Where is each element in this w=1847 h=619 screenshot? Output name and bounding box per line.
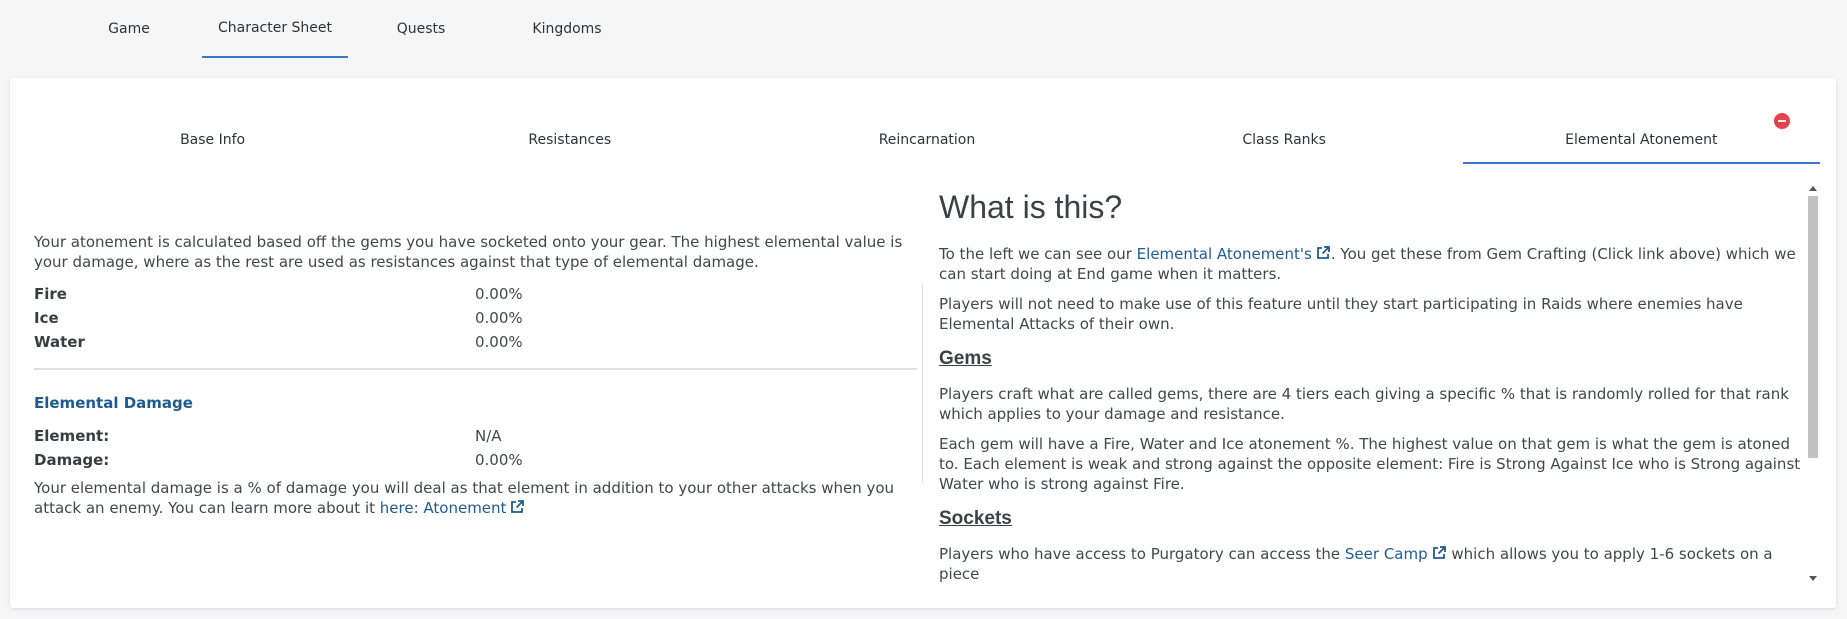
column-divider xyxy=(922,283,923,483)
damage-label: Damage: xyxy=(34,451,110,469)
help-panel[interactable]: What is this? To the left we can see our… xyxy=(939,184,1805,582)
atonement-label: Ice xyxy=(34,309,59,327)
atonement-help-link-label: here: Atonement xyxy=(379,499,507,517)
tab-elemental-atonement[interactable]: Elemental Atonement xyxy=(1462,116,1821,164)
atonement-help-link[interactable]: here: Atonement xyxy=(380,499,526,517)
damage-label: Element: xyxy=(34,427,110,445)
character-sheet-card: Base Info Resistances Reincarnation Clas… xyxy=(10,78,1836,608)
external-link-icon xyxy=(1316,246,1330,259)
scroll-down-icon[interactable] xyxy=(1809,576,1817,581)
atonement-value: 0.00% xyxy=(475,309,523,327)
help-paragraph: Players will not need to make use of thi… xyxy=(939,295,1743,333)
sockets-heading: Sockets xyxy=(939,508,1012,529)
help-paragraph: Players who have access to Purgatory can… xyxy=(939,544,1805,582)
tab-kingdoms[interactable]: Kingdoms xyxy=(494,0,640,58)
elemental-atonement-link-label: Elemental Atonement's xyxy=(1136,245,1312,263)
damage-row-damage: Damage: 0.00% xyxy=(34,448,917,472)
elemental-damage-title: Elemental Damage xyxy=(34,394,193,412)
help-text: To the left we can see our xyxy=(939,245,1132,263)
damage-row-element: Element: N/A xyxy=(34,424,917,448)
help-paragraph: Each gem will have a Fire, Water and Ice… xyxy=(939,435,1801,493)
main-tabs: Game Character Sheet Quests Kingdoms xyxy=(56,0,640,58)
tab-game[interactable]: Game xyxy=(56,0,202,58)
tab-resistances[interactable]: Resistances xyxy=(391,116,748,164)
atonement-row-fire: Fire 0.00% xyxy=(34,282,917,306)
help-text: Players who have access to Purgatory can… xyxy=(939,545,1341,563)
atonement-value: 0.00% xyxy=(475,285,523,303)
section-divider xyxy=(34,368,917,370)
atonement-value: 0.00% xyxy=(475,333,523,351)
tab-quests[interactable]: Quests xyxy=(348,0,494,58)
atonement-panel: Your atonement is calculated based off t… xyxy=(34,232,917,518)
elemental-atonement-link[interactable]: Elemental Atonement's xyxy=(1137,245,1331,263)
atonement-intro: Your atonement is calculated based off t… xyxy=(34,233,903,271)
tab-base-info[interactable]: Base Info xyxy=(34,116,391,164)
gems-heading: Gems xyxy=(939,348,992,369)
external-link-icon xyxy=(511,500,525,513)
character-tabs: Base Info Resistances Reincarnation Clas… xyxy=(34,116,1821,164)
atonement-label: Fire xyxy=(34,285,67,303)
damage-note: Your elemental damage is a % of damage y… xyxy=(34,478,917,518)
tab-reincarnation[interactable]: Reincarnation xyxy=(748,116,1105,164)
external-link-icon xyxy=(1432,546,1446,559)
seer-camp-link-label: Seer Camp xyxy=(1344,545,1428,563)
scroll-thumb[interactable] xyxy=(1808,196,1818,458)
tab-class-ranks[interactable]: Class Ranks xyxy=(1106,116,1463,164)
scroll-up-icon[interactable] xyxy=(1809,186,1817,191)
atonement-label: Water xyxy=(34,333,85,351)
damage-value: N/A xyxy=(475,427,502,445)
help-title: What is this? xyxy=(939,189,1123,225)
help-paragraph: To the left we can see our Elemental Ato… xyxy=(939,244,1805,284)
damage-value: 0.00% xyxy=(475,451,523,469)
atonement-row-ice: Ice 0.00% xyxy=(34,306,917,330)
tab-character-sheet[interactable]: Character Sheet xyxy=(202,0,348,58)
help-paragraph: Players craft what are called gems, ther… xyxy=(939,385,1789,423)
seer-camp-link[interactable]: Seer Camp xyxy=(1345,545,1447,563)
help-scrollbar[interactable] xyxy=(1807,184,1819,584)
atonement-row-water: Water 0.00% xyxy=(34,330,917,354)
